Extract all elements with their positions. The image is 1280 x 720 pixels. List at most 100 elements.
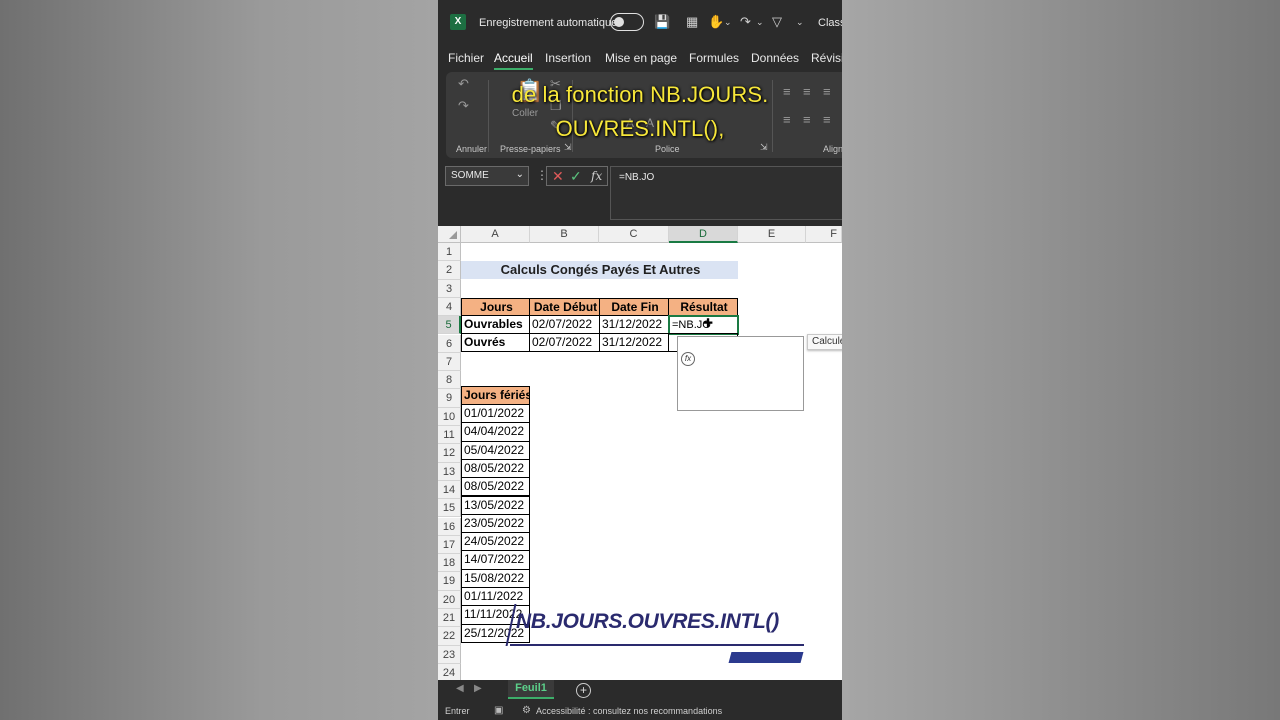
row-header[interactable]: 11 (438, 426, 461, 445)
row-header[interactable]: 4 (438, 297, 461, 317)
holiday-date-cell[interactable]: 04/04/2022 (461, 422, 530, 442)
overlay-underline (510, 644, 804, 646)
spelling-icon[interactable]: ▦ (686, 14, 698, 30)
group-label-annuler: Annuler (456, 144, 488, 154)
sheet-tab-feuil1[interactable]: Feuil1 (508, 680, 554, 699)
overlay-function-title: NB.JOURS.OUVRES.INTL() (516, 610, 779, 633)
row-header[interactable]: 23 (438, 645, 461, 664)
row-header[interactable]: 12 (438, 444, 461, 463)
table-cell-date-fin[interactable]: 31/12/2022 (599, 333, 669, 352)
table-header-date-fin[interactable]: Date Fin (599, 298, 669, 316)
insert-function-icon[interactable]: fx (591, 169, 602, 183)
column-header-f[interactable]: F (806, 226, 842, 243)
column-header-c[interactable]: C (599, 226, 669, 243)
row-header[interactable]: 10 (438, 407, 461, 426)
column-header-d[interactable]: D (669, 226, 738, 243)
tab-insertion[interactable]: Insertion (545, 51, 591, 65)
status-bar: Entrer ▣ ⚙ Accessibilité : consultez nos… (438, 701, 842, 720)
tab-revision[interactable]: Révisio (811, 51, 842, 65)
formula-bar: SOMME ⌄ ⋮ ✕ ✓ fx =NB.JO (438, 158, 842, 226)
group-label-police: Police (655, 144, 680, 154)
row-header[interactable]: 2 (438, 261, 461, 280)
table-cell-date-fin[interactable]: 31/12/2022 (599, 315, 669, 334)
row-header[interactable]: 22 (438, 627, 461, 646)
holiday-date-cell[interactable]: 08/05/2022 (461, 477, 530, 497)
formula-input[interactable]: =NB.JO (610, 166, 842, 220)
accessibility-icon[interactable]: ⚙ (522, 705, 531, 716)
holiday-date-cell[interactable]: 01/11/2022 (461, 587, 530, 607)
customize-toolbar-icon[interactable]: ⌄ (796, 17, 804, 28)
holiday-date-cell[interactable]: 14/07/2022 (461, 550, 530, 570)
row-header[interactable]: 1 (438, 243, 461, 262)
add-sheet-icon[interactable]: + (576, 683, 591, 698)
group-label-alignement: Align (823, 144, 842, 154)
filter-icon[interactable]: ▽ (772, 14, 782, 30)
enter-icon[interactable]: ✓ (570, 168, 582, 185)
table-header-date-debut[interactable]: Date Début (529, 298, 600, 316)
tab-accueil[interactable]: Accueil (494, 51, 533, 70)
row-header[interactable]: 5 (438, 316, 461, 335)
table-cell-date-debut[interactable]: 02/07/2022 (529, 333, 600, 352)
previous-sheet-icon[interactable]: ◀ (456, 683, 464, 694)
holiday-date-cell[interactable]: 15/08/2022 (461, 568, 530, 588)
chevron-down-icon[interactable]: ⌄ (756, 17, 764, 28)
holiday-date-cell[interactable]: 13/05/2022 (461, 495, 530, 515)
tab-mise-en-page[interactable]: Mise en page (605, 51, 677, 65)
row-header[interactable]: 14 (438, 480, 461, 500)
table-cell-date-debut[interactable]: 02/07/2022 (529, 315, 600, 334)
touch-mode-icon[interactable]: ✋ (708, 14, 724, 30)
row-header[interactable]: 18 (438, 554, 461, 573)
function-icon: fx (681, 352, 695, 366)
function-autocomplete-popup[interactable]: fx (677, 336, 804, 411)
row-header[interactable]: 16 (438, 517, 461, 536)
column-header-a[interactable]: A (461, 226, 530, 243)
holiday-date-cell[interactable]: 05/04/2022 (461, 440, 530, 460)
row-header[interactable]: 9 (438, 389, 461, 408)
row-header[interactable]: 20 (438, 590, 461, 609)
macro-recording-icon[interactable]: ▣ (494, 705, 503, 716)
table-header-resultat[interactable]: Résultat (668, 298, 738, 316)
table-cell-jours[interactable]: Ouvrables (461, 315, 530, 334)
cancel-icon[interactable]: ✕ (552, 168, 564, 185)
tab-donnees[interactable]: Données (751, 51, 799, 65)
row-header[interactable]: 6 (438, 334, 461, 353)
select-all-corner[interactable] (438, 226, 461, 243)
row-header[interactable]: 19 (438, 572, 461, 591)
table-header-jours[interactable]: Jours (461, 298, 530, 316)
holiday-date-cell[interactable]: 08/05/2022 (461, 458, 530, 479)
autosave-label: Enregistrement automatique (479, 17, 618, 29)
classe-label: Classe (818, 17, 842, 29)
row-header[interactable]: 7 (438, 352, 461, 372)
row-header[interactable]: 3 (438, 279, 461, 298)
dialog-launcher-icon[interactable]: ⇲ (564, 142, 572, 153)
dialog-launcher-icon[interactable]: ⇲ (760, 142, 768, 153)
blurred-background-right (842, 0, 1280, 720)
row-header[interactable]: 21 (438, 609, 461, 628)
autosave-toggle[interactable] (610, 13, 644, 31)
save-icon[interactable]: 💾 (654, 14, 670, 30)
holiday-date-cell[interactable]: 01/01/2022 (461, 404, 530, 424)
spreadsheet-grid[interactable]: A B C D E F 1 2 3 4 5 6 7 8 9 10 11 12 13 14 15 16 17 18 1… (438, 226, 842, 683)
chevron-down-icon[interactable]: ⌄ (516, 169, 524, 180)
name-box[interactable]: SOMME ⌄ (445, 166, 529, 186)
table-cell-jours[interactable]: Ouvrés (461, 333, 530, 352)
accessibility-status[interactable]: Accessibilité : consultez nos recommanda… (536, 706, 722, 716)
redo-icon[interactable]: ↷ (740, 14, 751, 30)
sheet-title-cell[interactable]: Calculs Congés Payés Et Autres (461, 261, 738, 279)
group-label-presse-papiers: Presse-papiers (500, 144, 561, 154)
holiday-date-cell[interactable]: 23/05/2022 (461, 513, 530, 534)
holiday-date-cell[interactable]: 24/05/2022 (461, 532, 530, 552)
row-header[interactable]: 8 (438, 371, 461, 390)
row-header[interactable]: 17 (438, 535, 461, 555)
tab-formules[interactable]: Formules (689, 51, 739, 65)
holidays-header[interactable]: Jours fériés (461, 386, 530, 405)
column-header-e[interactable]: E (738, 226, 806, 243)
formula-buttons: ✕ ✓ fx (546, 166, 608, 186)
column-header-b[interactable]: B (530, 226, 599, 243)
chevron-down-icon[interactable]: ⌄ (724, 17, 732, 28)
tab-fichier[interactable]: Fichier (448, 51, 484, 65)
row-header[interactable]: 13 (438, 462, 461, 481)
row-header[interactable]: 15 (438, 499, 461, 518)
excel-window: X Enregistrement automatique 💾 ▦ ✋ ⌄ ↷ ⌄… (438, 0, 842, 720)
next-sheet-icon[interactable]: ▶ (474, 683, 482, 694)
